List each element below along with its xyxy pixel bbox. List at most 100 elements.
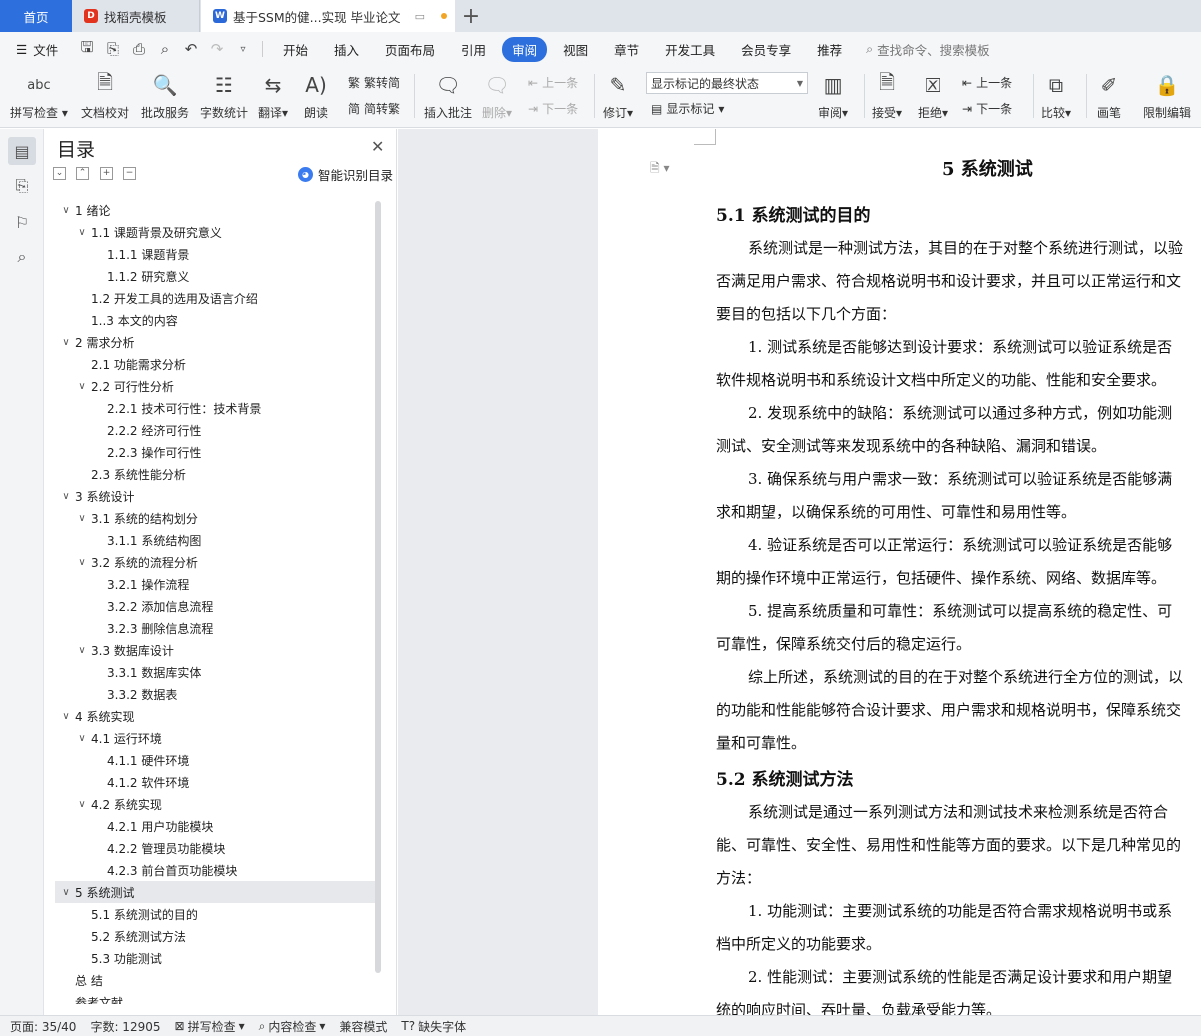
toc-item[interactable]: ∨ 3.3 数据库设计 bbox=[55, 639, 375, 661]
toc-item[interactable]: 4.2.2 管理员功能模块 bbox=[55, 837, 375, 859]
tab-template[interactable]: D 找稻壳模板 bbox=[72, 0, 200, 32]
toc-item[interactable]: 2.2.3 操作可行性 bbox=[55, 441, 375, 463]
toc-item[interactable]: ∨ 3.2 系统的流程分析 bbox=[55, 551, 375, 573]
toc-panel-icon[interactable]: ▤ bbox=[8, 137, 36, 165]
toc-item[interactable]: ∨ 4 系统实现 bbox=[55, 705, 375, 727]
toc-item[interactable]: ∨ 1.1 课题背景及研究意义 bbox=[55, 221, 375, 243]
toc-toggle-icon[interactable]: ∨ bbox=[75, 381, 89, 392]
toc-toggle-icon[interactable]: ∨ bbox=[75, 645, 89, 656]
toc-item[interactable]: 4.2.3 前台首页功能模块 bbox=[55, 859, 375, 881]
toc-toggle-icon[interactable]: ∨ bbox=[59, 205, 73, 216]
toc-toggle-icon[interactable]: ∨ bbox=[75, 799, 89, 810]
word-count-button[interactable]: ☷ 字数统计 bbox=[200, 70, 248, 121]
tab-insert[interactable]: 插入 bbox=[324, 37, 369, 62]
toc-item[interactable]: 1.2 开发工具的选用及语言介绍 bbox=[55, 287, 375, 309]
toc-toggle-icon[interactable]: ∨ bbox=[59, 491, 73, 502]
toc-item[interactable]: 4.1.1 硬件环境 bbox=[55, 749, 375, 771]
toc-scrollbar[interactable] bbox=[375, 201, 381, 973]
toc-item[interactable]: 1..3 本文的内容 bbox=[55, 309, 375, 331]
toc-item[interactable]: 2.2.1 技术可行性：技术背景 bbox=[55, 397, 375, 419]
toc-item[interactable]: ∨ 4.2 系统实现 bbox=[55, 793, 375, 815]
toc-item[interactable]: 3.1.1 系统结构图 bbox=[55, 529, 375, 551]
pen-button[interactable]: ✐ 画笔 bbox=[1097, 70, 1121, 121]
insert-comment-button[interactable]: 🗨 插入批注 bbox=[424, 70, 472, 121]
prev-change-button[interactable]: ⇤ 上一条 bbox=[962, 74, 1012, 91]
reject-button[interactable]: 🗵 拒绝▾ bbox=[918, 70, 948, 121]
tab-page-layout[interactable]: 页面布局 bbox=[375, 37, 445, 62]
toc-item[interactable]: 3.2.1 操作流程 bbox=[55, 573, 375, 595]
delete-comment-button[interactable]: 🗨 删除▾ bbox=[482, 70, 512, 121]
toc-item[interactable]: ∨ 3.1 系统的结构划分 bbox=[55, 507, 375, 529]
tab-references[interactable]: 引用 bbox=[451, 37, 496, 62]
revise-button[interactable]: ✎ 修订▾ bbox=[603, 70, 633, 121]
tab-developer[interactable]: 开发工具 bbox=[655, 37, 725, 62]
translate-button[interactable]: ⇆ 翻译▾ bbox=[258, 70, 288, 121]
toc-item[interactable]: 2.3 系统性能分析 bbox=[55, 463, 375, 485]
export-pdf-icon[interactable]: ⎘ bbox=[104, 40, 122, 58]
expand-all-icon[interactable]: ⌃ bbox=[76, 167, 89, 180]
tab-view[interactable]: 视图 bbox=[553, 37, 598, 62]
save-icon[interactable]: 🖫 bbox=[78, 37, 96, 62]
show-markup-button[interactable]: ▤ 显示标记 ▾ bbox=[651, 100, 724, 117]
toc-item[interactable]: 5.1 系统测试的目的 bbox=[55, 903, 375, 925]
toc-item[interactable]: 4.1.2 软件环境 bbox=[55, 771, 375, 793]
undo-icon[interactable]: ↶ bbox=[182, 40, 200, 58]
word-counter[interactable]: 字数: 12905 bbox=[90, 1018, 160, 1035]
toc-item[interactable]: 总 结 bbox=[55, 969, 375, 991]
toc-toggle-icon[interactable]: ∨ bbox=[75, 733, 89, 744]
next-change-button[interactable]: ⇥ 下一条 bbox=[962, 100, 1012, 117]
batch-service-button[interactable]: 🔍 批改服务 bbox=[141, 70, 189, 121]
tab-review[interactable]: 审阅 bbox=[502, 36, 548, 62]
read-aloud-button[interactable]: A) 朗读 bbox=[304, 70, 328, 121]
toc-item[interactable]: ∨ 3 系统设计 bbox=[55, 485, 375, 507]
missing-font-button[interactable]: T? 缺失字体 bbox=[401, 1018, 466, 1035]
toc-item[interactable]: 3.3.2 数据表 bbox=[55, 683, 375, 705]
command-search[interactable]: ⌕ 查找命令、搜索模板 bbox=[866, 40, 990, 59]
remove-heading-icon[interactable]: − bbox=[123, 167, 136, 180]
page-counter[interactable]: 页面: 35/40 bbox=[10, 1018, 76, 1035]
tab-home[interactable]: 首页 bbox=[0, 0, 72, 32]
spell-check-button[interactable]: abc 拼写检查 ▾ bbox=[10, 70, 68, 121]
toc-item[interactable]: 3.3.1 数据库实体 bbox=[55, 661, 375, 683]
toc-item[interactable]: 2.1 功能需求分析 bbox=[55, 353, 375, 375]
status-content-check[interactable]: ⌕ 内容检查 ▾ bbox=[259, 1018, 326, 1035]
compare-button[interactable]: ⧉ 比较▾ bbox=[1041, 70, 1071, 121]
page-menu-icon[interactable]: 🗎 ▾ bbox=[650, 159, 670, 180]
review-pane-button[interactable]: ▥ 审阅▾ bbox=[818, 70, 848, 121]
toc-item[interactable]: 1.1.1 课题背景 bbox=[55, 243, 375, 265]
tab-chapter[interactable]: 章节 bbox=[604, 37, 649, 62]
toc-toggle-icon[interactable]: ∨ bbox=[59, 337, 73, 348]
doc-proof-button[interactable]: 🗎 文档校对 bbox=[81, 70, 129, 121]
document-page[interactable]: 🗎 ▾ 5 系统测试 5.1 系统测试的目的 系统测试是一种测试方法，其目的在于… bbox=[598, 129, 1201, 1015]
toc-item[interactable]: ∨ 1 绪论 bbox=[55, 199, 375, 221]
toc-item[interactable]: 3.2.3 删除信息流程 bbox=[55, 617, 375, 639]
add-heading-icon[interactable]: + bbox=[100, 167, 113, 180]
collapse-all-icon[interactable]: ⌄ bbox=[53, 167, 66, 180]
toc-item[interactable]: 参考文献 bbox=[55, 991, 375, 1005]
toc-item[interactable]: 5.2 系统测试方法 bbox=[55, 925, 375, 947]
tab-recommend[interactable]: 推荐 bbox=[807, 37, 852, 62]
toc-toggle-icon[interactable]: ∨ bbox=[59, 887, 73, 898]
restrict-edit-button[interactable]: 🔒 限制编辑 bbox=[1143, 70, 1191, 121]
toc-toggle-icon[interactable]: ∨ bbox=[75, 557, 89, 568]
tab-member[interactable]: 会员专享 bbox=[731, 37, 801, 62]
simp-to-trad-button[interactable]: 简 简转繁 bbox=[348, 100, 400, 117]
find-icon[interactable]: ⌕ bbox=[8, 243, 36, 271]
toc-item[interactable]: 1.1.2 研究意义 bbox=[55, 265, 375, 287]
prev-comment-button[interactable]: ⇤ 上一条 bbox=[528, 74, 578, 91]
smart-toc-button[interactable]: ◕ 智能识别目录 bbox=[298, 165, 393, 184]
toc-item[interactable]: ∨ 4.1 运行环境 bbox=[55, 727, 375, 749]
toc-item[interactable]: 2.2.2 经济可行性 bbox=[55, 419, 375, 441]
toc-item[interactable]: 3.2.2 添加信息流程 bbox=[55, 595, 375, 617]
status-spell-check[interactable]: ⊠ 拼写检查 ▾ bbox=[175, 1018, 245, 1035]
toc-item[interactable]: 4.2.1 用户功能模块 bbox=[55, 815, 375, 837]
next-comment-button[interactable]: ⇥ 下一条 bbox=[528, 100, 578, 117]
toc-toggle-icon[interactable]: ∨ bbox=[59, 711, 73, 722]
chapter-nav-icon[interactable]: ⎘ bbox=[8, 172, 36, 200]
trad-to-simp-button[interactable]: 繁 繁转简 bbox=[348, 74, 400, 91]
file-menu[interactable]: ☰ 文件 bbox=[0, 40, 74, 59]
tab-start[interactable]: 开始 bbox=[273, 37, 318, 62]
toc-toggle-icon[interactable]: ∨ bbox=[75, 227, 89, 238]
redo-icon[interactable]: ↷ bbox=[208, 40, 226, 58]
customize-dropdown-icon[interactable]: ▿ bbox=[234, 44, 252, 55]
